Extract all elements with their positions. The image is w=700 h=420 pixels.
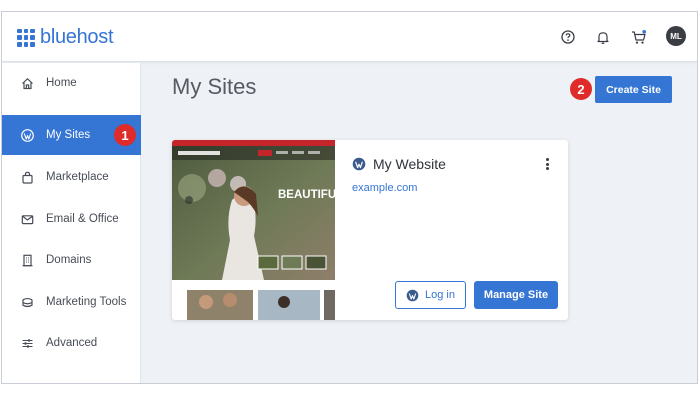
create-site-button[interactable]: Create Site [595,76,672,103]
sidebar-item-label: Home [46,77,77,89]
log-in-label: Log in [425,289,455,301]
site-url-link[interactable]: example.com [352,182,417,194]
sidebar-item-label: Domains [46,254,92,266]
site-card: BEAUTIFUL My Website example.com [172,140,568,320]
site-name-text: My Website [373,156,446,172]
sidebar-item-label: Advanced [46,337,98,349]
sidebar-item-label: Marketplace [46,171,109,183]
bell-icon[interactable] [594,28,612,46]
shopping-bag-icon [20,170,34,184]
logo-grid-icon [17,28,35,47]
help-circle-icon[interactable] [559,28,577,46]
step-2-badge: 2 [570,78,592,100]
home-icon [20,76,34,90]
wordpress-icon [406,289,419,301]
step-1-badge: 1 [114,124,136,146]
sidebar-item-marketplace[interactable]: Marketplace [2,157,141,197]
top-header: bluehost ML [2,12,697,62]
more-options-icon[interactable] [542,156,552,172]
page-title: My Sites [172,74,257,99]
mail-icon [20,212,34,226]
sidebar-item-label: Email & Office [46,213,119,225]
app-window: bluehost ML Home My Sites Marketplace Em… [1,11,698,384]
cart-icon[interactable] [630,28,648,46]
sidebar-item-label: My Sites [46,129,91,141]
sidebar-item-domains[interactable]: Domains [2,240,141,280]
bluehost-logo[interactable]: bluehost [17,26,114,49]
sliders-icon [20,336,34,350]
svg-text:BEAUTIFUL: BEAUTIFUL [278,189,335,201]
log-in-button[interactable]: Log in [395,281,466,309]
site-name[interactable]: My Website [352,156,446,172]
manage-site-button[interactable]: Manage Site [474,281,558,309]
sidebar: Home My Sites Marketplace Email & Office… [2,63,141,383]
stack-icon [20,295,34,309]
sidebar-item-marketing-tools[interactable]: Marketing Tools [2,282,141,322]
user-avatar[interactable]: ML [666,26,686,46]
wordpress-icon [352,157,366,171]
sidebar-item-label: Marketing Tools [46,296,127,308]
sidebar-item-email-office[interactable]: Email & Office [2,199,141,239]
site-thumbnail[interactable]: BEAUTIFUL [172,140,335,320]
wordpress-icon [20,128,34,142]
sidebar-item-advanced[interactable]: Advanced [2,323,141,363]
building-icon [20,253,34,267]
sidebar-item-home[interactable]: Home [2,63,141,103]
logo-text: bluehost [40,26,114,48]
